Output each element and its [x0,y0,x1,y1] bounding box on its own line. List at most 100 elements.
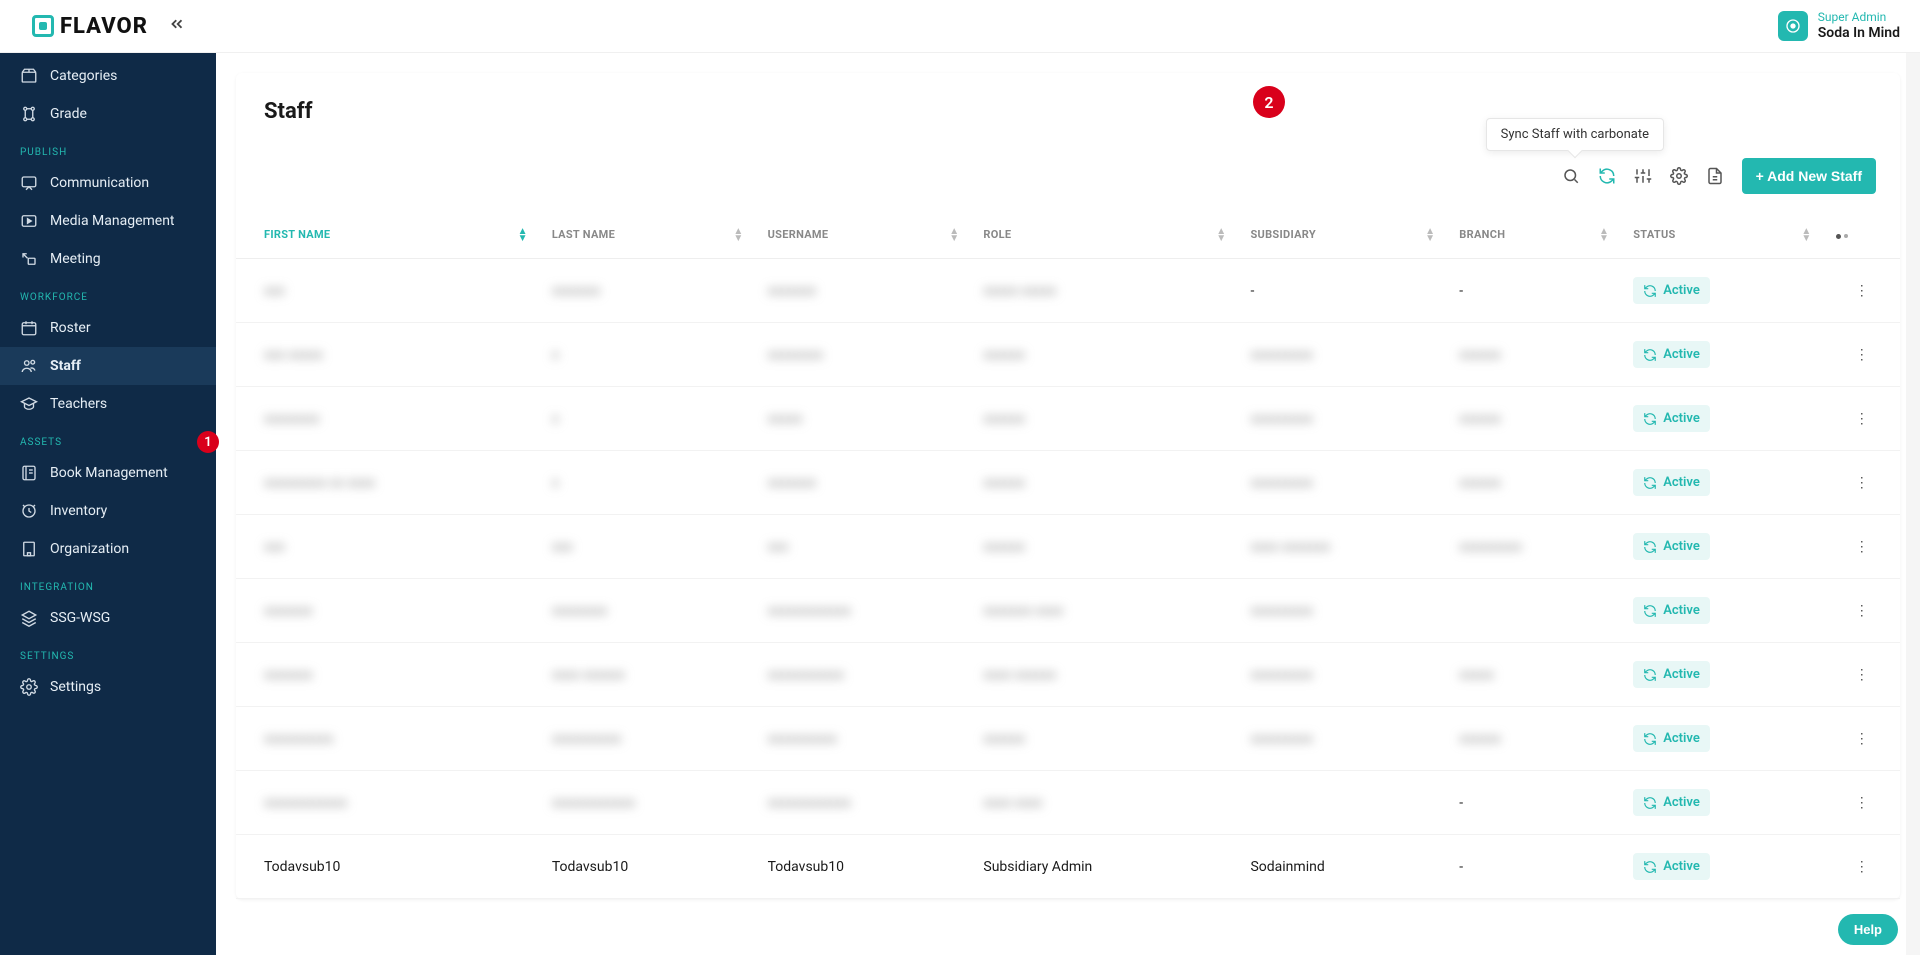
table-row[interactable]: Todavsub10Todavsub10Todavsub10Subsidiary… [236,835,1900,899]
cell: xxxxxx [1447,387,1621,451]
row-actions-button[interactable]: ⋮ [1824,451,1900,515]
row-actions-button[interactable]: ⋮ [1824,387,1900,451]
sidebar-item-grade[interactable]: Grade [0,95,216,133]
cell: xxxxxxxxxx [540,707,756,771]
row-actions-button[interactable]: ⋮ [1824,835,1900,899]
status-badge[interactable]: Active [1633,341,1710,368]
row-actions-button[interactable]: ⋮ [1824,707,1900,771]
cell: xxxxx [756,387,972,451]
table-row[interactable]: xxx xxxxxxxxxxxxxxxxxxxxxxxxxxxxxxxxxxxA… [236,323,1900,387]
book-icon [20,464,38,482]
more-columns-icon [1836,234,1848,239]
table-row[interactable]: xxxxxxxxxxxxxxxxxxxxxxxxxxxxxxxxxxxActiv… [236,387,1900,451]
sort-icon: ▲▼ [1801,228,1811,242]
sidebar-item-organization[interactable]: Organization [0,530,216,568]
row-actions-button[interactable]: ⋮ [1824,259,1900,323]
status-badge[interactable]: Active [1633,405,1710,432]
main-content: Staff Sync Staff with carbonate + Add Ne… [216,0,1920,919]
column-label: BRANCH [1459,228,1505,241]
row-actions-button[interactable]: ⋮ [1824,771,1900,835]
nav-label: Staff [50,358,81,374]
nav-label: SSG-WSG [50,610,110,626]
grade-icon [20,105,38,123]
status-badge[interactable]: Active [1633,789,1710,816]
gear-icon [20,678,38,696]
status-badge[interactable]: Active [1633,725,1710,752]
nav-label: Book Management [50,465,168,481]
cell: xxx [236,515,540,579]
status-badge[interactable]: Active [1633,469,1710,496]
cell: - [1447,259,1621,323]
column-role[interactable]: ROLE ▲▼ [971,212,1238,259]
cell: xxxxxxxxx xx xxxx [236,451,540,515]
sort-icon: ▲▼ [1216,228,1226,242]
nav-label: Roster [50,320,91,336]
sidebar-item-staff[interactable]: Staff [0,347,216,385]
cell: Sodainmind [1238,835,1447,899]
sidebar-item-roster[interactable]: Roster [0,309,216,347]
cell: xxxx xxxx [971,771,1238,835]
cell: xxxxxx [971,323,1238,387]
table-row[interactable]: xxxxxxxxxxxxxxxxxxxxxxxxxxxxxxxxxxxxxxxx… [236,707,1900,771]
row-actions-button[interactable]: ⋮ [1824,323,1900,387]
cell: xxxxx [1447,643,1621,707]
help-button[interactable]: Help [1838,914,1898,945]
sidebar-item-ssg-wsg[interactable]: SSG-WSG [0,599,216,637]
nav-label: Grade [50,106,87,122]
cell: xxxxxxxxx [1238,707,1447,771]
column-username[interactable]: USERNAME▲▼ [756,212,972,259]
logo-text: FLAVOR [60,14,148,39]
app-logo[interactable]: FLAVOR [32,14,148,39]
column-first-name[interactable]: FIRST NAME▲▼ [236,212,540,259]
column-label: ROLE [983,228,1011,241]
row-actions-button[interactable]: ⋮ [1824,515,1900,579]
table-row[interactable]: xxxxxxxxxxx xxxxxxxxxxxxxxxxxxxxx xxxxxx… [236,643,1900,707]
sidebar-item-categories[interactable]: Categories [0,57,216,95]
sidebar-item-inventory[interactable]: Inventory [0,492,216,530]
column-more[interactable] [1824,212,1900,259]
user-menu[interactable]: Super Admin Soda In Mind [1778,10,1900,41]
browser-scrollbar[interactable] [1906,0,1920,955]
export-icon[interactable] [1706,167,1724,185]
status-text: Active [1663,475,1700,490]
sidebar-collapse-button[interactable] [168,15,186,37]
table-row[interactable]: xxxxxxxxxxxxxxxxxxxxxxxxxxxxxxxxxx xxxxx… [236,579,1900,643]
status-badge[interactable]: Active [1633,277,1710,304]
search-icon[interactable] [1562,167,1580,185]
sidebar-item-communication[interactable]: Communication [0,164,216,202]
row-actions-button[interactable]: ⋮ [1824,579,1900,643]
nav-section-settings: SETTINGS [0,637,216,668]
table-row[interactable]: xxxxxxxxxxxxxxxxxxxxxx xxxxx--Active⋮ [236,259,1900,323]
status-text: Active [1663,283,1700,298]
user-role: Super Admin [1818,10,1900,24]
sidebar-item-meeting[interactable]: Meeting [0,240,216,278]
sidebar-item-media-management[interactable]: Media Management [0,202,216,240]
column-last-name[interactable]: LAST NAME▲▼ [540,212,756,259]
sync-icon[interactable] [1598,167,1616,185]
add-staff-button[interactable]: + Add New Staff [1742,158,1876,194]
status-badge[interactable]: Active [1633,533,1710,560]
cell: xxxxxx [1447,707,1621,771]
cell-status: Active [1621,579,1823,643]
sidebar-item-settings[interactable]: Settings [0,668,216,706]
status-badge[interactable]: Active [1633,597,1710,624]
nav-label: Settings [50,679,101,695]
gear-icon[interactable] [1670,167,1688,185]
column-branch[interactable]: BRANCH▲▼ [1447,212,1621,259]
status-badge[interactable]: Active [1633,853,1710,880]
table-row[interactable]: xxxxxxxxxxxxxxxxxxxxxxxxxxxxxxxxxxxxxxxx… [236,771,1900,835]
column-label: LAST NAME [552,228,615,241]
table-row[interactable]: xxxxxxxxxxxxxxxxxxx xxxxxxxxxxxxxxxxActi… [236,515,1900,579]
table-row[interactable]: xxxxxxxxx xx xxxxxxxxxxxxxxxxxxxxxxxxxxx… [236,451,1900,515]
cell: xxxxxxxx [756,323,972,387]
column-subsidiary[interactable]: SUBSIDIARY▲▼ [1238,212,1447,259]
column-status[interactable]: STATUS▲▼ [1621,212,1823,259]
filter-icon[interactable] [1634,167,1652,185]
row-actions-button[interactable]: ⋮ [1824,643,1900,707]
sidebar-item-book-management[interactable]: Book Management [0,454,216,492]
sidebar-item-teachers[interactable]: Teachers [0,385,216,423]
cell: xxxxxxx [756,451,972,515]
cell: x [540,451,756,515]
status-badge[interactable]: Active [1633,661,1710,688]
media-icon [20,212,38,230]
